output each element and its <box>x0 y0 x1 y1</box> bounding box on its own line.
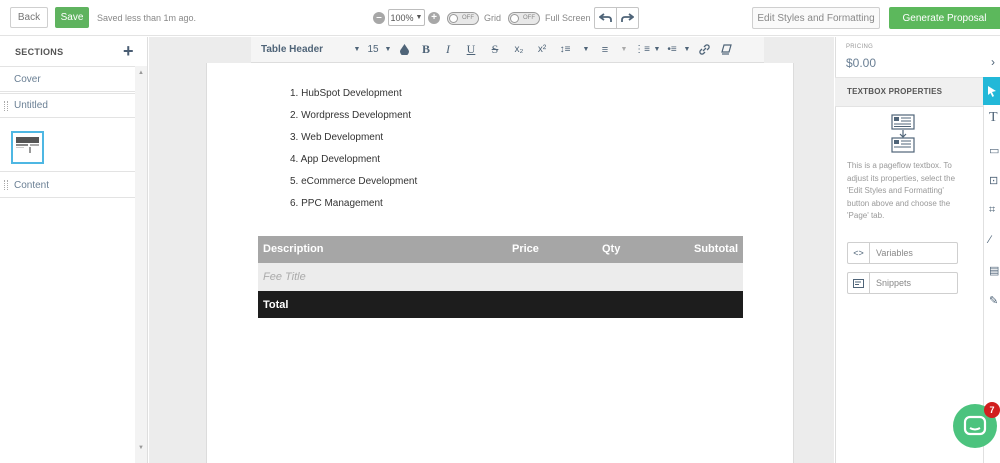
variables-button[interactable]: <> Variables <box>847 242 958 264</box>
pricing-label: PRICING <box>846 44 874 50</box>
pageflow-textbox-icon <box>891 114 915 157</box>
variables-label: Variables <box>876 248 913 258</box>
toggle-knob <box>449 14 458 23</box>
snippets-button[interactable]: Snippets <box>847 272 958 294</box>
services-list: 1. HubSpot Development 2. Wordpress Deve… <box>290 88 417 220</box>
section-thumbnail-area <box>0 119 135 172</box>
fullscreen-label: Full Screen <box>545 13 591 23</box>
total-row: Total <box>258 291 743 318</box>
line-height-icon[interactable]: ↕≡ <box>553 37 577 63</box>
textbox-properties-description: This is a pageflow textbox. To adjust it… <box>847 161 956 220</box>
undo-icon[interactable] <box>595 8 617 28</box>
column-header-subtotal: Subtotal <box>694 243 738 255</box>
back-button[interactable]: Back <box>10 7 48 28</box>
sidebar-item-label: Untitled <box>14 100 48 111</box>
list-item: 3. Web Development <box>290 132 384 143</box>
sections-title: SECTIONS <box>15 47 64 57</box>
line-tool-icon[interactable]: ∕ <box>989 234 991 246</box>
chevron-down-icon[interactable]: ▼ <box>577 37 595 63</box>
page-thumbnail[interactable] <box>11 131 44 164</box>
column-header-description: Description <box>263 243 324 255</box>
fee-title-row[interactable]: Fee Title <box>258 263 743 291</box>
column-header-qty: Qty <box>602 243 621 255</box>
save-button[interactable]: Save <box>55 7 89 28</box>
text-tool-icon[interactable]: T <box>989 110 998 126</box>
table-tool-icon[interactable]: ▤ <box>989 264 999 277</box>
clear-format-icon[interactable] <box>715 37 737 63</box>
list-item: 5. eCommerce Development <box>290 176 418 187</box>
column-header-price: Price <box>512 243 539 255</box>
code-icon: <> <box>848 243 870 263</box>
grid-toggle[interactable]: OFF <box>447 12 479 25</box>
fullscreen-toggle-state: OFF <box>523 15 535 21</box>
pricing-table[interactable]: Description Price Qty Subtotal Fee Title… <box>258 236 743 318</box>
italic-icon[interactable]: I <box>437 37 459 63</box>
signature-tool-icon[interactable]: ✎ <box>989 294 998 307</box>
text-color-icon[interactable] <box>393 37 415 63</box>
sections-sidebar: SECTIONS + Cover Untitled Content ▲ ▼ <box>0 37 148 463</box>
edit-styles-button[interactable]: Edit Styles and Formatting <box>752 7 880 29</box>
chevron-down-icon[interactable]: ▼ <box>651 37 663 63</box>
list-item: 6. PPC Management <box>290 198 383 209</box>
grid-label: Grid <box>484 13 502 23</box>
sidebar-item-cover[interactable]: Cover <box>0 67 135 92</box>
underline-icon[interactable]: U <box>459 37 483 63</box>
sidebar-item-label: Cover <box>14 73 41 85</box>
bold-icon[interactable]: B <box>415 37 437 63</box>
zoom-in-icon[interactable]: + <box>428 12 440 24</box>
chevron-right-icon[interactable]: › <box>991 55 995 69</box>
fullscreen-toggle[interactable]: OFF <box>508 12 540 25</box>
sidebar-item-label: Content <box>14 179 50 191</box>
superscript-icon[interactable]: x² <box>531 37 553 63</box>
unordered-list-icon[interactable]: •≡ <box>663 37 681 63</box>
format-toolbar: Table Header ▼ 15 ▼ B I U S x₂ x² ↕≡ ▼ ≡… <box>251 37 764 63</box>
redo-icon[interactable] <box>617 8 638 28</box>
snippet-icon <box>848 273 870 293</box>
select-tool-active[interactable] <box>983 77 1000 105</box>
drag-handle-icon[interactable] <box>4 180 8 190</box>
list-item: 4. App Development <box>290 154 381 165</box>
align-left-icon[interactable]: ≡ <box>595 37 615 63</box>
save-status: Saved less than 1m ago. <box>97 13 197 23</box>
chevron-down-icon[interactable]: ▼ <box>681 37 693 63</box>
text-style-select[interactable]: Table Header <box>261 37 351 63</box>
font-size-select[interactable]: 15 <box>363 37 383 63</box>
sidebar-item-untitled[interactable]: Untitled <box>0 93 135 118</box>
chevron-down-icon[interactable]: ▼ <box>615 37 633 63</box>
list-item: 2. Wordpress Development <box>290 110 411 121</box>
image-tool-icon[interactable]: ▭ <box>989 144 999 157</box>
scroll-down-icon[interactable]: ▼ <box>138 445 144 451</box>
list-item: 1. HubSpot Development <box>290 88 402 99</box>
undo-redo-group <box>594 7 639 29</box>
table-header-row: Description Price Qty Subtotal <box>258 236 743 263</box>
snippets-label: Snippets <box>876 278 912 288</box>
sidebar-item-content[interactable]: Content <box>0 173 135 198</box>
generate-proposal-button[interactable]: Generate Proposal <box>889 7 1000 29</box>
link-icon[interactable] <box>693 37 715 63</box>
gallery-tool-icon[interactable]: ⊡ <box>989 174 998 187</box>
textbox-properties-header: TEXTBOX PROPERTIES <box>835 78 983 107</box>
chat-notification-badge: 7 <box>984 402 1000 418</box>
toggle-knob <box>510 14 519 23</box>
chevron-down-icon[interactable]: ▼ <box>351 37 363 63</box>
ordered-list-icon[interactable]: ⋮≡ <box>633 37 651 63</box>
drag-handle-icon[interactable] <box>4 101 8 111</box>
zoom-select[interactable]: 100% ▼ <box>388 9 425 26</box>
strikethrough-icon[interactable]: S <box>483 37 507 63</box>
chevron-down-icon[interactable]: ▼ <box>383 37 393 63</box>
subscript-icon[interactable]: x₂ <box>507 37 531 63</box>
sidebar-scrollbar[interactable]: ▲ ▼ <box>135 66 147 463</box>
grid-toggle-state: OFF <box>462 15 474 21</box>
chevron-down-icon: ▼ <box>415 14 423 21</box>
zoom-value: 100% <box>390 12 414 23</box>
zoom-out-icon[interactable]: – <box>373 12 385 24</box>
add-section-icon[interactable]: + <box>123 41 134 62</box>
scroll-up-icon[interactable]: ▲ <box>138 70 144 76</box>
pricing-value: $0.00 <box>846 56 877 70</box>
shape-tool-icon[interactable]: ⌗ <box>989 204 995 217</box>
